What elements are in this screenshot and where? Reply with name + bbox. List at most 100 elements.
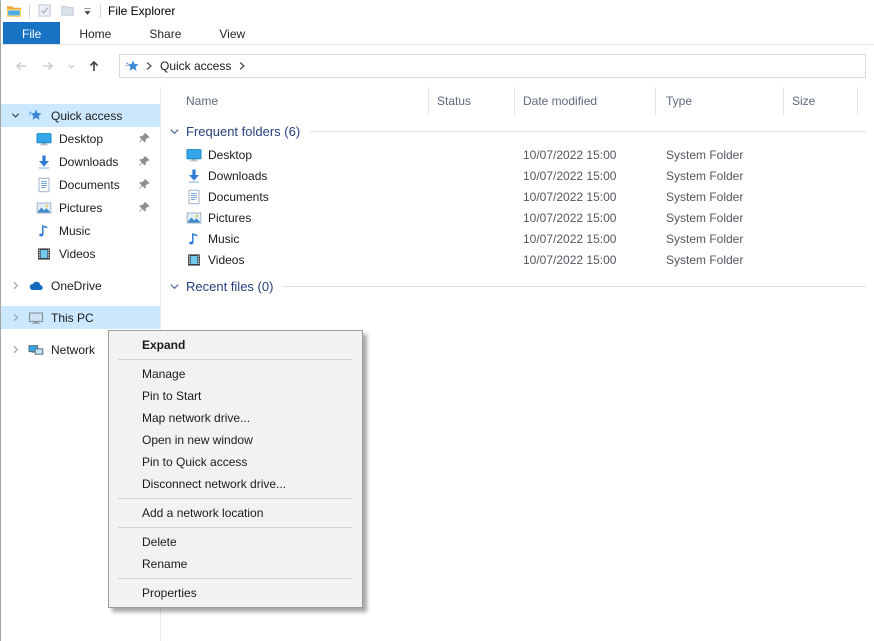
file-name: Downloads [208,169,267,183]
context-menu-item-map-network-drive[interactable]: Map network drive... [109,407,362,429]
navigation-bar: Quick access [1,45,874,87]
properties-quick-toolbar-icon[interactable] [37,3,53,19]
sidebar-item-music[interactable]: Music [1,219,160,242]
context-menu-item-add-a-network-location[interactable]: Add a network location [109,502,362,524]
breadcrumb-chevron-icon[interactable] [145,61,153,71]
context-menu-item-manage[interactable]: Manage [109,363,362,385]
sidebar-item-this-pc[interactable]: This PC [1,306,160,329]
context-menu-item-pin-to-quick-access[interactable]: Pin to Quick access [109,451,362,473]
column-header-name[interactable]: Name [161,87,429,115]
context-menu-separator [118,498,353,499]
file-date-modified: 10/07/2022 15:00 [515,169,656,183]
pin-icon [138,178,153,191]
group-label: Recent files (0) [186,279,273,294]
quick-access-star-icon [28,108,46,123]
ribbon-tab-bar: FileHomeShareView [1,22,874,45]
forward-button-icon[interactable] [38,56,58,76]
file-name: Videos [208,253,244,267]
window-title: File Explorer [108,4,175,18]
group-frequent-folders: Frequent folders (6) Desktop 10/07/2022 … [161,115,874,270]
column-header-size[interactable]: Size [784,87,858,115]
file-date-modified: 10/07/2022 15:00 [515,148,656,162]
sidebar-item-onedrive[interactable]: OneDrive [1,274,160,297]
context-menu-separator [118,359,353,360]
videos-icon [36,246,54,262]
sidebar-item-documents[interactable]: Documents [1,173,160,196]
videos-icon [186,252,202,268]
chevron-right-icon[interactable] [8,312,23,323]
desktop-icon [36,131,54,147]
downloads-icon [186,168,202,184]
context-menu-item-open-in-new-window[interactable]: Open in new window [109,429,362,451]
new-folder-quick-toolbar-icon[interactable] [60,3,76,19]
context-menu-item-delete[interactable]: Delete [109,531,362,553]
pin-icon [138,201,153,214]
context-menu-item-rename[interactable]: Rename [109,553,362,575]
file-date-modified: 10/07/2022 15:00 [515,232,656,246]
file-row-downloads[interactable]: Downloads 10/07/2022 15:00 System Folder [161,165,874,186]
breadcrumb-chevron-icon[interactable] [238,61,246,71]
chevron-down-icon[interactable] [169,281,180,292]
column-header-type[interactable]: Type [656,87,784,115]
chevron-right-icon[interactable] [8,280,23,291]
file-type: System Folder [656,148,784,162]
file-name: Pictures [208,211,251,225]
file-date-modified: 10/07/2022 15:00 [515,211,656,225]
chevron-down-icon[interactable] [8,110,23,121]
customize-quick-access-toolbar-chevron-icon[interactable] [83,7,93,16]
group-header[interactable]: Recent files (0) [169,279,866,294]
context-menu-item-expand[interactable]: Expand [109,334,362,356]
file-row-desktop[interactable]: Desktop 10/07/2022 15:00 System Folder [161,144,874,165]
ribbon-tab-share[interactable]: Share [130,22,200,44]
ribbon-tab-view[interactable]: View [200,22,264,44]
sidebar-item-desktop[interactable]: Desktop [1,127,160,150]
column-header-date-modified[interactable]: Date modified [515,87,656,115]
recent-locations-chevron-icon[interactable] [65,56,77,76]
sidebar-item-videos[interactable]: Videos [1,242,160,265]
this-pc-icon [28,310,46,326]
documents-icon [36,177,54,193]
music-icon [36,223,54,239]
context-menu-separator [118,578,353,579]
chevron-right-icon[interactable] [8,344,23,355]
breadcrumb-quick-access[interactable]: Quick access [158,59,233,73]
group-header[interactable]: Frequent folders (6) [169,124,866,139]
file-type: System Folder [656,190,784,204]
file-row-videos[interactable]: Videos 10/07/2022 15:00 System Folder [161,249,874,270]
file-type: System Folder [656,232,784,246]
file-explorer-window: File Explorer FileHomeShareView Quick ac… [0,0,874,641]
titlebar-divider [100,4,101,18]
context-menu-item-properties[interactable]: Properties [109,582,362,604]
titlebar-divider [29,4,30,18]
documents-icon [186,189,202,205]
file-name: Desktop [208,148,252,162]
pictures-icon [186,210,202,226]
quick-access-star-icon [125,59,140,74]
column-header-status[interactable]: Status [429,87,515,115]
file-date-modified: 10/07/2022 15:00 [515,253,656,267]
file-explorer-logo-icon [6,3,22,19]
sidebar-item-quick-access[interactable]: Quick access [1,104,160,127]
context-menu-item-disconnect-network-drive[interactable]: Disconnect network drive... [109,473,362,495]
file-type: System Folder [656,253,784,267]
address-bar[interactable]: Quick access [119,54,866,78]
file-name: Documents [208,190,269,204]
context-menu-item-pin-to-start[interactable]: Pin to Start [109,385,362,407]
chevron-down-icon[interactable] [169,126,180,137]
file-row-documents[interactable]: Documents 10/07/2022 15:00 System Folder [161,186,874,207]
up-button-icon[interactable] [84,56,104,76]
back-button-icon[interactable] [11,56,31,76]
ribbon-tab-file[interactable]: File [3,22,60,44]
group-recent-files: Recent files (0) [161,270,874,299]
network-icon [28,342,46,358]
file-row-music[interactable]: Music 10/07/2022 15:00 System Folder [161,228,874,249]
ribbon-tab-home[interactable]: Home [60,22,130,44]
file-date-modified: 10/07/2022 15:00 [515,190,656,204]
desktop-icon [186,147,202,163]
music-icon [186,231,202,247]
titlebar: File Explorer [1,0,874,22]
context-menu-separator [118,527,353,528]
file-row-pictures[interactable]: Pictures 10/07/2022 15:00 System Folder [161,207,874,228]
sidebar-item-pictures[interactable]: Pictures [1,196,160,219]
sidebar-item-downloads[interactable]: Downloads [1,150,160,173]
